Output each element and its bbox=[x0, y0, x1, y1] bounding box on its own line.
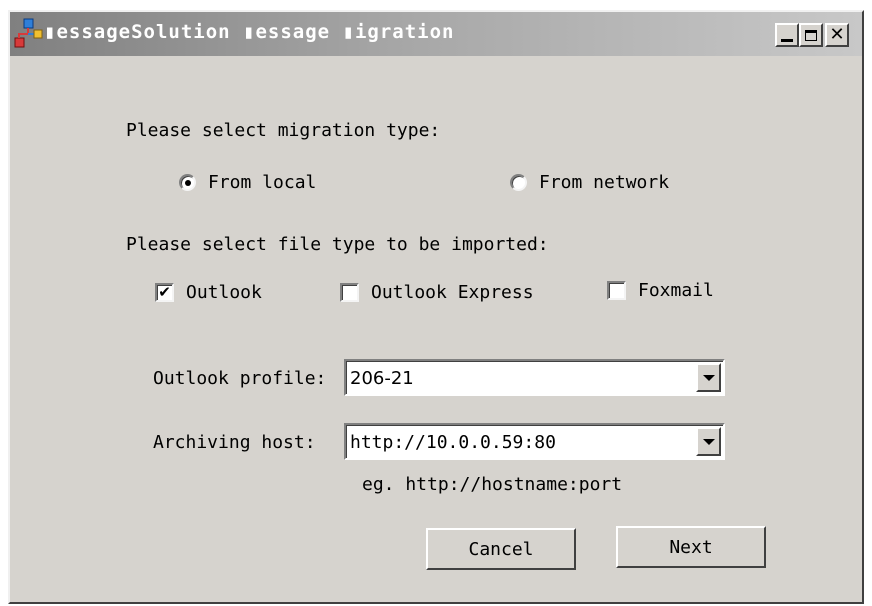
checkbox-label-foxmail: Foxmail bbox=[638, 280, 714, 301]
radio-circle[interactable] bbox=[510, 174, 527, 191]
cancel-button[interactable]: Cancel bbox=[426, 528, 576, 570]
checkbox-box[interactable] bbox=[607, 281, 626, 300]
maximize-button[interactable] bbox=[799, 23, 823, 47]
migration-window: ▮essageSolution ▮essage ▮igration ✕ Plea… bbox=[8, 10, 864, 604]
migration-type-label: Please select migration type: bbox=[126, 120, 441, 141]
file-type-label: Please select file type to be imported: bbox=[126, 234, 549, 255]
checkbox-outlook-express[interactable]: Outlook Express bbox=[340, 282, 534, 303]
dropdown-button[interactable] bbox=[696, 427, 721, 456]
archiving-host-value: http://10.0.0.59:80 bbox=[350, 432, 556, 453]
chevron-down-icon bbox=[702, 374, 715, 381]
close-button[interactable]: ✕ bbox=[825, 23, 849, 47]
next-button[interactable]: Next bbox=[616, 526, 766, 568]
outlook-profile-label: Outlook profile: bbox=[153, 368, 327, 389]
minimize-button[interactable] bbox=[775, 23, 799, 47]
host-format-hint: eg. http://hostname:port bbox=[362, 474, 623, 495]
radio-from-local[interactable]: From local bbox=[179, 172, 316, 193]
checkbox-foxmail[interactable]: Foxmail bbox=[607, 280, 714, 301]
chevron-down-icon bbox=[702, 438, 715, 445]
outlook-profile-value: 206-21 bbox=[350, 368, 414, 389]
app-network-icon bbox=[14, 18, 43, 48]
dropdown-button[interactable] bbox=[696, 363, 721, 392]
radio-label-from-local: From local bbox=[208, 172, 317, 193]
minimize-icon bbox=[781, 38, 793, 42]
archiving-host-select[interactable]: http://10.0.0.59:80 bbox=[344, 423, 725, 460]
title-bar[interactable]: ▮essageSolution ▮essage ▮igration ✕ bbox=[10, 12, 862, 56]
checkbox-box[interactable]: ✔ bbox=[155, 283, 174, 302]
radio-label-from-network: From network bbox=[539, 172, 670, 193]
close-icon: ✕ bbox=[829, 24, 845, 45]
maximize-icon bbox=[805, 29, 817, 41]
radio-selected-dot bbox=[184, 179, 191, 186]
radio-circle[interactable] bbox=[179, 174, 196, 191]
outlook-profile-select[interactable]: 206-21 bbox=[344, 359, 725, 396]
checkbox-outlook[interactable]: ✔ Outlook bbox=[155, 282, 262, 303]
checkbox-box[interactable] bbox=[340, 283, 359, 302]
window-title: ▮essageSolution ▮essage ▮igration bbox=[44, 21, 455, 43]
checkbox-label-outlook: Outlook bbox=[186, 282, 262, 303]
radio-from-network[interactable]: From network bbox=[510, 172, 669, 193]
checkbox-label-outlook-express: Outlook Express bbox=[371, 282, 534, 303]
archiving-host-label: Archiving host: bbox=[153, 432, 316, 453]
